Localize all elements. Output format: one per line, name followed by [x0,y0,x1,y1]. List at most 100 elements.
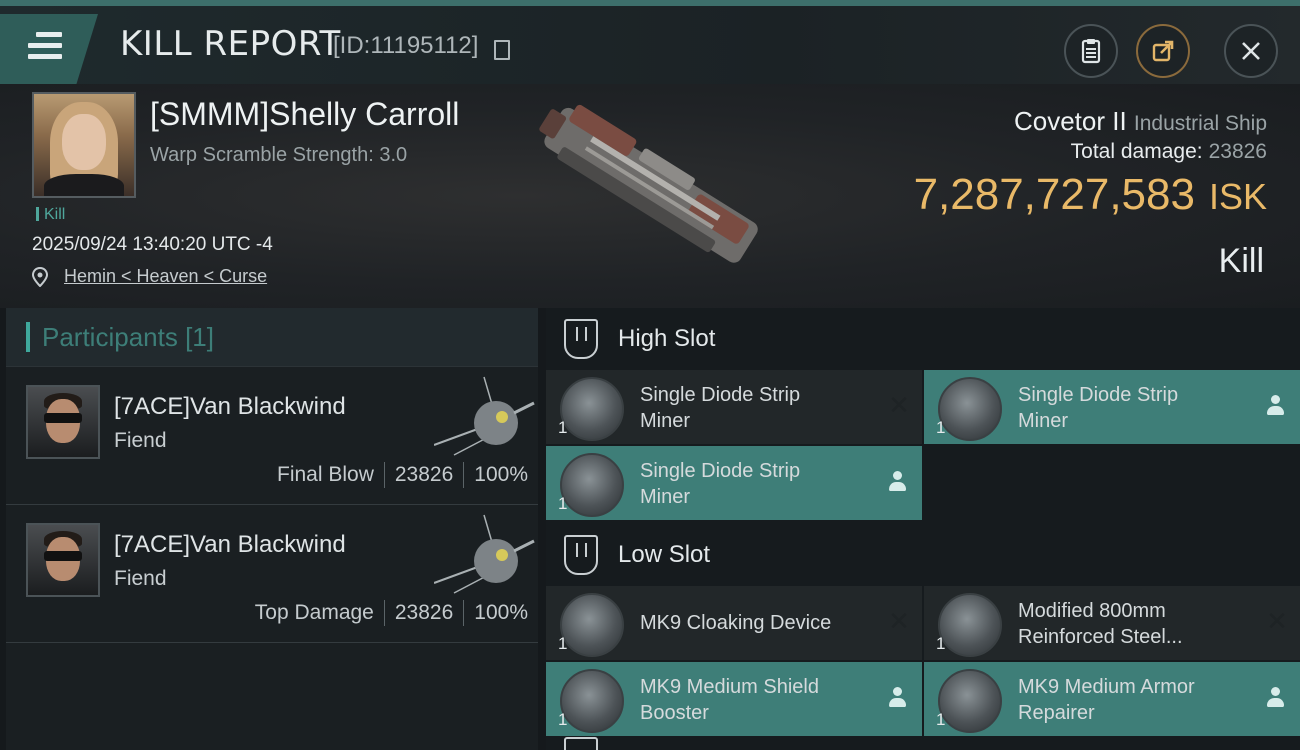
hamburger-icon [28,32,62,65]
participants-title: Participants [1] [42,321,214,352]
ship-name[interactable]: Covetor II [1014,106,1127,136]
clipboard-icon [1081,39,1101,64]
kill-tag: Kill [36,206,65,224]
module-quantity: 1 [558,710,568,729]
warp-scramble-strength: Warp Scramble Strength: 3.0 [150,144,408,166]
isk-unit: ISK [1208,176,1267,217]
dropped-person-icon [1266,686,1288,708]
participant-role: Final Blow [277,463,374,486]
participant-ship: Fiend [114,567,167,590]
dropped-person-icon [888,686,910,708]
report-id: [ID:11195112] [333,32,479,59]
isk-value: 7,287,727,583 ISK [914,170,1267,220]
kill-datetime: 2025/09/24 13:40:20 UTC -4 [32,234,273,255]
copy-icon[interactable] [494,40,510,60]
module-item[interactable]: 1 Single Diode Strip Miner ✕ [546,370,922,444]
module-quantity: 1 [558,494,568,513]
share-icon [1152,40,1174,62]
module-name: Modified 800mm Reinforced Steel... [1018,600,1183,648]
participant-ship-image [434,514,535,594]
module-name: MK9 Medium Armor Repairer [1018,676,1195,724]
participant-avatar[interactable] [26,385,100,459]
menu-button[interactable] [0,14,98,84]
low-slot-label: Low Slot [618,541,711,568]
dropped-person-icon [1266,394,1288,416]
participant-percent: 100% [474,463,528,486]
miner-icon [560,453,624,517]
module-quantity: 1 [558,634,568,653]
module-name: Single Diode Strip Miner [640,384,801,432]
participant-avatar[interactable] [26,523,100,597]
header-bar: KILL REPORT [ID:11195112] [0,6,1300,84]
share-button[interactable] [1136,24,1190,78]
clipboard-button[interactable] [1064,24,1118,78]
high-slot-label: High Slot [618,325,716,352]
empty-slot [924,446,1300,520]
armor-plate-icon [938,593,1002,657]
high-slot-header: High Slot [546,308,1300,370]
destroyed-icon: ✕ [888,390,910,420]
participant-row[interactable]: [7ACE]Van Blackwind Fiend Top Damage 238… [6,505,538,643]
fitting-panel: High Slot 1 Single Diode Strip Miner ✕ 1 … [546,308,1300,750]
victim-avatar[interactable] [32,92,136,198]
result-label: Kill [1218,242,1264,280]
victim-name[interactable]: [SMMM]Shelly Carroll [150,96,459,133]
total-damage-label: Total damage: [1070,140,1203,163]
low-slot-header: Low Slot [546,524,1300,586]
shield-booster-icon [560,669,624,733]
module-name: MK9 Cloaking Device [640,612,832,634]
location-pin-icon [32,266,48,287]
module-quantity: 1 [936,634,946,653]
miner-icon [560,377,624,441]
ship-image [539,104,758,263]
participants-panel: Participants [1] [7ACE]Van Blackwind Fie… [6,308,538,750]
participants-heading[interactable]: Participants [1] [6,308,538,367]
participant-stats: Final Blow 23826 100% [277,462,528,488]
next-slot-header [546,737,1300,750]
low-slot-modules: 1 MK9 Cloaking Device ✕ 1 Modified 800mm… [546,586,1300,736]
location-link[interactable]: Hemin < Heaven < Curse [32,266,267,287]
cloaking-device-icon [560,593,624,657]
isk-amount: 7,287,727,583 [913,170,1195,219]
module-item[interactable]: 1 Single Diode Strip Miner [546,446,922,520]
mid-slot-icon [564,737,598,750]
participant-damage: 23826 [394,463,454,486]
ship-class: Industrial Ship [1133,112,1267,135]
module-item[interactable]: 1 Single Diode Strip Miner [924,370,1300,444]
close-button[interactable] [1224,24,1278,78]
module-item[interactable]: 1 MK9 Medium Armor Repairer [924,662,1300,736]
destroyed-icon: ✕ [1266,606,1288,636]
participant-role: Top Damage [254,601,374,624]
module-name: Single Diode Strip Miner [640,460,801,508]
module-name: Single Diode Strip Miner [1018,384,1179,432]
module-quantity: 1 [936,418,946,437]
destroyed-icon: ✕ [888,606,910,636]
close-icon [1242,42,1260,60]
armor-repairer-icon [938,669,1002,733]
participant-stats: Top Damage 23826 100% [255,600,528,626]
high-slot-modules: 1 Single Diode Strip Miner ✕ 1 Single Dio… [546,370,1300,520]
kill-summary: [SMMM]Shelly Carroll Warp Scramble Stren… [0,84,1300,308]
miner-icon [938,377,1002,441]
participant-ship: Fiend [114,429,167,452]
participant-name: [7ACE]Van Blackwind [114,393,346,420]
high-slot-icon [564,319,598,359]
ship-info[interactable]: Covetor II Industrial Ship [1014,106,1267,137]
participant-ship-image [434,376,535,456]
page-title: KILL REPORT [120,24,341,64]
module-item[interactable]: 1 MK9 Cloaking Device ✕ [546,586,922,660]
location-text[interactable]: Hemin < Heaven < Curse [64,266,267,287]
total-damage: Total damage: 23826 [1071,140,1267,164]
participant-percent: 100% [474,601,528,624]
module-quantity: 1 [558,418,568,437]
module-quantity: 1 [936,710,946,729]
module-name: MK9 Medium Shield Booster [640,676,819,724]
dropped-person-icon [888,470,910,492]
low-slot-icon [564,535,598,575]
module-item[interactable]: 1 MK9 Medium Shield Booster [546,662,922,736]
total-damage-value: 23826 [1208,140,1267,163]
module-item[interactable]: 1 Modified 800mm Reinforced Steel... ✕ [924,586,1300,660]
participant-name: [7ACE]Van Blackwind [114,531,346,558]
participant-row[interactable]: [7ACE]Van Blackwind Fiend Final Blow 238… [6,367,538,505]
participant-damage: 23826 [394,601,454,624]
